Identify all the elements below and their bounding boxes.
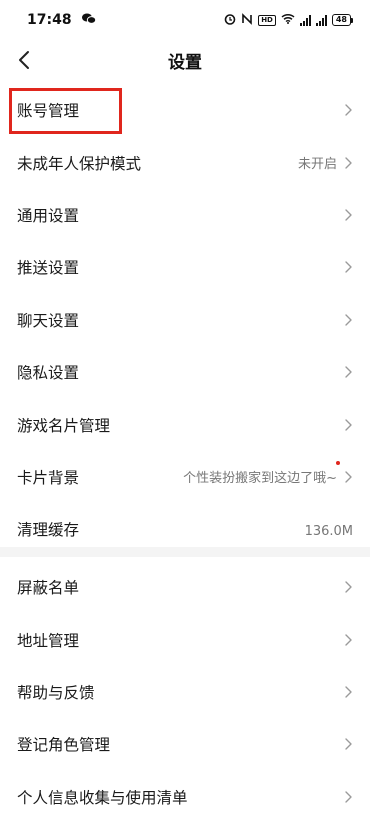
nfc-icon: [241, 12, 253, 28]
settings-list-main: 账号管理 未成年人保护模式 未开启 通用设置 推送设置 聊天设置 隐私设置 游戏名片管理 卡片背…: [0, 84, 370, 556]
chevron-right-icon: [345, 366, 352, 378]
settings-row-label: 账号管理: [17, 102, 80, 121]
settings-row-right: [343, 313, 353, 327]
settings-row-right: [343, 633, 353, 647]
battery-level: 48: [331, 14, 351, 26]
chevron-right-icon: [345, 418, 352, 431]
signal-icon: [299, 14, 311, 26]
settings-row[interactable]: 卡片背景 个性装扮搬家到这边了哦~: [0, 451, 370, 503]
status-bar: 17:48 HD 48: [0, 0, 370, 40]
page-title: 设置: [168, 52, 202, 73]
settings-row-value: 136.0M: [304, 523, 353, 539]
settings-row[interactable]: 个人信息收集与使用清单: [0, 771, 370, 823]
settings-row[interactable]: 通用设置: [0, 189, 370, 241]
settings-row-label: 登记角色管理: [17, 736, 111, 755]
settings-row-right: [343, 737, 353, 751]
settings-row-label: 地址管理: [17, 631, 80, 650]
settings-list-secondary: 屏蔽名单地址管理帮助与反馈登记角色管理个人信息收集与使用清单: [0, 561, 370, 823]
new-badge-dot: [336, 461, 340, 466]
settings-row-value: 个性装扮搬家到这边了哦~: [183, 471, 337, 487]
chevron-right-icon: [345, 581, 352, 593]
settings-row[interactable]: 帮助与反馈: [0, 666, 370, 718]
settings-row[interactable]: 推送设置: [0, 241, 370, 293]
settings-row-label: 屏蔽名单: [17, 579, 80, 598]
chevron-right-icon: [345, 471, 352, 483]
settings-row-label: 未成年人保护模式: [17, 154, 142, 173]
settings-row-value: 未开启: [297, 157, 337, 173]
settings-row[interactable]: 登记角色管理: [0, 718, 370, 770]
hd-icon: HD: [258, 14, 276, 26]
settings-row-right: [343, 365, 353, 379]
settings-row[interactable]: 游戏名片管理: [0, 398, 370, 450]
settings-row-right: [343, 418, 353, 432]
settings-row[interactable]: 隐私设置: [0, 346, 370, 398]
settings-row-right: 个性装扮搬家到这边了哦~: [183, 461, 353, 487]
chevron-right-icon: [345, 738, 352, 751]
chevron-right-icon: [345, 209, 352, 221]
chevron-right-icon: [345, 104, 352, 116]
chevron-right-icon: [345, 686, 352, 698]
chevron-right-icon: [345, 156, 352, 169]
settings-row-right: [343, 580, 353, 594]
section-separator: [0, 547, 370, 557]
settings-row-label: 帮助与反馈: [17, 683, 95, 702]
settings-row-label: 个人信息收集与使用清单: [17, 788, 188, 807]
chevron-right-icon: [345, 314, 352, 326]
wifi-icon: [281, 13, 295, 27]
settings-row-label: 通用设置: [17, 206, 80, 225]
settings-row[interactable]: 账号管理: [0, 84, 370, 136]
chevron-left-icon: [19, 51, 29, 69]
status-time: 17:48: [27, 12, 72, 28]
settings-row-label: 隐私设置: [17, 364, 80, 383]
chevron-right-icon: [345, 261, 352, 274]
battery-icon: 48: [331, 14, 353, 26]
nav-bar: 设置: [0, 40, 370, 80]
settings-row-label: 游戏名片管理: [17, 416, 111, 435]
settings-row-label: 聊天设置: [17, 311, 80, 330]
settings-row-right: 136.0M: [305, 520, 353, 539]
settings-row[interactable]: 地址管理: [0, 613, 370, 665]
settings-row-right: 未开启: [298, 153, 353, 172]
settings-row[interactable]: 屏蔽名单: [0, 561, 370, 613]
settings-row[interactable]: 聊天设置: [0, 294, 370, 346]
settings-row-right: [343, 790, 353, 804]
back-button[interactable]: [10, 46, 38, 74]
settings-row-right: [343, 260, 353, 274]
settings-row-label: 卡片背景: [17, 468, 80, 487]
settings-row-right: [343, 103, 353, 117]
signal-icon: [315, 14, 327, 26]
settings-row-label: 推送设置: [17, 259, 80, 278]
chevron-right-icon: [345, 633, 352, 646]
alarm-icon: [224, 13, 236, 28]
settings-row[interactable]: 未成年人保护模式 未开启: [0, 136, 370, 188]
settings-row-label: 清理缓存: [17, 521, 80, 540]
settings-row-right: [343, 685, 353, 699]
chevron-right-icon: [345, 791, 352, 803]
settings-row-right: [343, 208, 353, 222]
wechat-icon: [81, 12, 96, 28]
